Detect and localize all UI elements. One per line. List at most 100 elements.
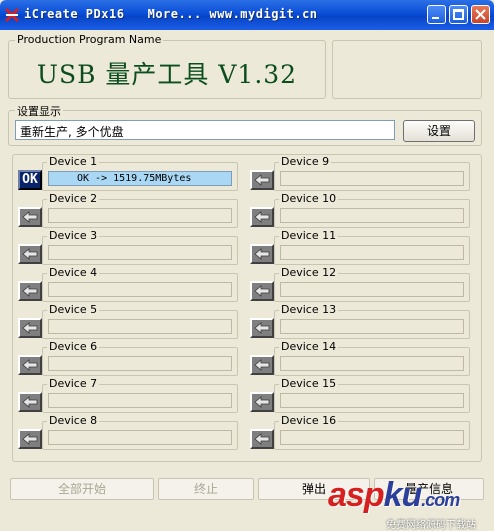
minimize-icon	[432, 17, 439, 19]
arrow-left-icon	[254, 322, 270, 334]
device-16-status-field	[280, 430, 464, 445]
device-16-group: Device 16	[274, 414, 470, 450]
device-15-group: Device 15	[274, 377, 470, 413]
device-2-label: Device 2	[47, 192, 100, 205]
device-5-indicator	[18, 318, 42, 338]
maximize-icon	[453, 9, 464, 20]
arrow-left-icon	[22, 322, 38, 334]
app-icon	[4, 7, 20, 23]
device-6-indicator	[18, 355, 42, 375]
minimize-button[interactable]	[427, 5, 446, 24]
program-name-group: Production Program Name USB 量产工具 V1.32	[8, 33, 326, 99]
device-9-indicator	[250, 170, 274, 190]
device-12-group: Device 12	[274, 266, 470, 302]
start-all-button[interactable]: 全部开始	[10, 478, 154, 500]
arrow-left-icon	[22, 433, 38, 445]
device-11-status-field	[280, 245, 464, 260]
device-10-label: Device 10	[279, 192, 339, 205]
device-8-group: Device 8	[42, 414, 238, 450]
arrow-left-icon	[22, 211, 38, 223]
close-icon	[475, 9, 486, 20]
settings-label: 设置显示	[15, 103, 63, 119]
device-6-group: Device 6	[42, 340, 238, 376]
watermark-b: ku	[383, 476, 423, 514]
device-1-indicator: OK	[18, 170, 42, 190]
device-3-label: Device 3	[47, 229, 100, 242]
device-1-label: Device 1	[47, 155, 100, 168]
device-5-status-field	[48, 319, 232, 334]
client-area: Production Program Name USB 量产工具 V1.32 设…	[4, 30, 490, 531]
device-6-label: Device 6	[47, 340, 100, 353]
device-5-group: Device 5	[42, 303, 238, 339]
device-4-indicator	[18, 281, 42, 301]
device-8-label: Device 8	[47, 414, 100, 427]
device-2-status-field	[48, 208, 232, 223]
settings-group: 设置显示 重新生产, 多个优盘 设置	[8, 103, 482, 146]
watermark-subtitle: 免费网络源码下载站	[386, 520, 476, 531]
device-9-label: Device 9	[279, 155, 332, 168]
device-3-indicator	[18, 244, 42, 264]
device-3-status-field	[48, 245, 232, 260]
stop-button[interactable]: 终止	[158, 478, 254, 500]
device-13-status-field	[280, 319, 464, 334]
device-3-group: Device 3	[42, 229, 238, 265]
device-2-group: Device 2	[42, 192, 238, 228]
device-15-indicator	[250, 392, 274, 412]
device-11-label: Device 11	[279, 229, 339, 242]
device-11-group: Device 11	[274, 229, 470, 265]
arrow-left-icon	[254, 433, 270, 445]
device-8-indicator	[18, 429, 42, 449]
device-7-status-field	[48, 393, 232, 408]
device-13-group: Device 13	[274, 303, 470, 339]
arrow-left-icon	[254, 174, 270, 186]
watermark-c: .com	[421, 490, 460, 510]
device-16-indicator	[250, 429, 274, 449]
close-button[interactable]	[471, 5, 490, 24]
device-15-label: Device 15	[279, 377, 339, 390]
device-4-label: Device 4	[47, 266, 100, 279]
settings-value-field: 重新生产, 多个优盘	[15, 120, 395, 140]
arrow-left-icon	[22, 248, 38, 260]
device-13-indicator	[250, 318, 274, 338]
arrow-left-icon	[22, 396, 38, 408]
arrow-left-icon	[22, 359, 38, 371]
device-15-status-field	[280, 393, 464, 408]
device-4-group: Device 4	[42, 266, 238, 302]
title-bar[interactable]: iCreate PDx16 More... www.mydigit.cn	[0, 0, 494, 30]
device-14-indicator	[250, 355, 274, 375]
device-16-label: Device 16	[279, 414, 339, 427]
arrow-left-icon	[254, 359, 270, 371]
device-6-status-field	[48, 356, 232, 371]
arrow-left-icon	[254, 285, 270, 297]
arrow-left-icon	[254, 211, 270, 223]
program-name-label: Production Program Name	[15, 33, 164, 46]
device-8-status-field	[48, 430, 232, 445]
arrow-left-icon	[254, 396, 270, 408]
device-9-group: Device 9	[274, 155, 470, 191]
watermark-a: asp	[328, 476, 385, 514]
device-12-indicator	[250, 281, 274, 301]
device-14-label: Device 14	[279, 340, 339, 353]
device-10-indicator	[250, 207, 274, 227]
settings-button[interactable]: 设置	[403, 120, 475, 142]
window-title: iCreate PDx16 More... www.mydigit.cn	[24, 7, 318, 21]
device-14-status-field	[280, 356, 464, 371]
device-4-status-field	[48, 282, 232, 297]
device-13-label: Device 13	[279, 303, 339, 316]
program-info-group	[332, 40, 482, 99]
watermark-logo: aspku.com	[328, 476, 460, 515]
device-10-status-field	[280, 208, 464, 223]
device-1-status-field: OK -> 1519.75MBytes	[48, 171, 232, 186]
program-title: USB 量产工具 V1.32	[36, 60, 298, 89]
device-5-label: Device 5	[47, 303, 100, 316]
maximize-button[interactable]	[449, 5, 468, 24]
device-7-indicator	[18, 392, 42, 412]
device-7-label: Device 7	[47, 377, 100, 390]
device-14-group: Device 14	[274, 340, 470, 376]
device-1-group: Device 1 OK -> 1519.75MBytes	[42, 155, 238, 191]
device-11-indicator	[250, 244, 274, 264]
device-10-group: Device 10	[274, 192, 470, 228]
device-12-label: Device 12	[279, 266, 339, 279]
device-12-status-field	[280, 282, 464, 297]
device-7-group: Device 7	[42, 377, 238, 413]
